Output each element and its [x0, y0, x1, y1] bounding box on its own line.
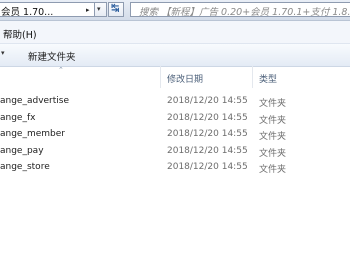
file-date: 2018/12/20 14:55 [167, 146, 248, 156]
file-date: 2018/12/20 14:55 [167, 96, 248, 106]
column-header-type[interactable]: 类型 [259, 72, 277, 85]
file-row[interactable]: ange_store 2018/12/20 14:55 文件夹 [0, 160, 350, 176]
file-date: 2018/12/20 14:55 [167, 129, 248, 139]
file-date: 2018/12/20 14:55 [167, 113, 248, 123]
toolbar-overflow-icon[interactable]: ▾ [1, 49, 5, 57]
column-header-date[interactable]: 修改日期 [167, 72, 203, 85]
file-name: ange_member [0, 129, 65, 139]
search-input[interactable]: 搜索 【新程】广告 0.20+会员 1.70.1+支付 1.8.0+ [130, 2, 350, 18]
file-type: 文件夹 [259, 116, 287, 126]
column-divider[interactable] [160, 66, 161, 88]
file-type: 文件夹 [259, 165, 287, 175]
column-divider[interactable] [252, 66, 253, 88]
refresh-button[interactable]: ↹ [108, 2, 124, 17]
file-name: ange_store [0, 162, 50, 172]
new-folder-button[interactable]: 新建文件夹 [28, 49, 76, 63]
toolbar: ▾ 新建文件夹 [0, 43, 350, 67]
file-date: 2018/12/20 14:55 [167, 162, 248, 172]
address-bar[interactable]: 会员 1.70... ▸ [0, 2, 95, 18]
file-type: 文件夹 [259, 99, 287, 109]
refresh-icon: ↹ [111, 3, 120, 14]
file-name: ange_pay [0, 146, 44, 156]
file-row[interactable]: ange_advertise 2018/12/20 14:55 文件夹 [0, 94, 350, 110]
file-type: 文件夹 [259, 132, 287, 142]
menu-help[interactable]: 帮助(H) [3, 27, 37, 41]
chevron-right-icon[interactable]: ▸ [86, 6, 90, 14]
address-dropdown-button[interactable]: ▾ [95, 2, 107, 17]
file-row[interactable]: ange_member 2018/12/20 14:55 文件夹 [0, 127, 350, 143]
chevron-down-icon: ▾ [97, 5, 101, 13]
file-type: 文件夹 [259, 149, 287, 159]
search-placeholder: 搜索 【新程】广告 0.20+会员 1.70.1+支付 1.8.0+ [139, 7, 350, 18]
menu-bar: 帮助(H) [0, 21, 350, 43]
address-path[interactable]: 会员 1.70... [1, 4, 53, 18]
file-row[interactable]: ange_fx 2018/12/20 14:55 文件夹 [0, 111, 350, 127]
file-name: ange_fx [0, 113, 36, 123]
file-name: ange_advertise [0, 96, 70, 106]
file-row[interactable]: ange_pay 2018/12/20 14:55 文件夹 [0, 144, 350, 160]
sort-up-icon: ⌃ [58, 66, 64, 74]
address-bar-row: 会员 1.70... ▸ ▾ ↹ 搜索 【新程】广告 0.20+会员 1.70.… [0, 0, 350, 21]
